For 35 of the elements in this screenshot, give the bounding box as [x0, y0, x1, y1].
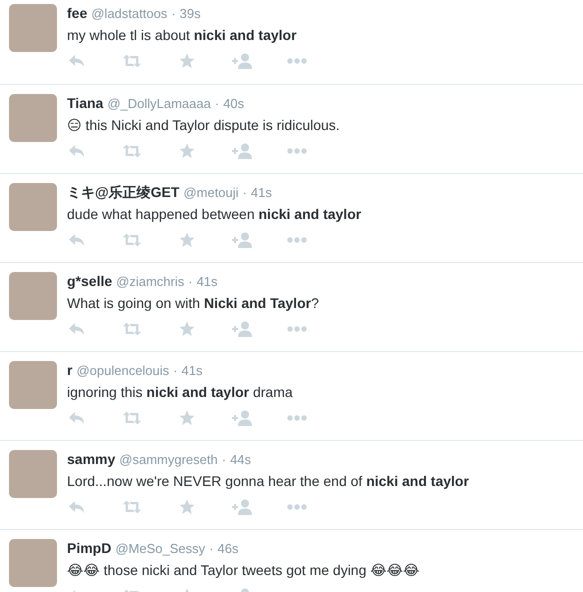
tweet-text: dude what happened between nicki and taylor [67, 205, 362, 223]
separator-dot: · [209, 540, 214, 558]
separator-dot: · [171, 5, 176, 23]
user-handle[interactable]: @ziamchris [116, 273, 184, 291]
tweet-text: 😂😂 those nicki and Taylor tweets got me dying 😂😂😂 [67, 561, 420, 579]
user-name[interactable]: g*selle [67, 272, 112, 290]
tweet-text: Lord...now we're NEVER gonna hear the end of nicki and taylor [67, 472, 469, 490]
user-name[interactable]: sammy [67, 450, 116, 468]
separator-dot: · [242, 184, 247, 202]
separator-dot: · [173, 362, 178, 380]
separator-dot: · [222, 451, 226, 469]
user-handle[interactable]: @opulencelouis [76, 362, 170, 380]
user-handle[interactable]: @_DollyLamaaaa [107, 95, 211, 113]
tweet-time[interactable]: 40s [223, 95, 244, 113]
user-handle[interactable]: @sammygreseth [119, 451, 218, 469]
tweet-text: ignoring this nicki and taylor drama [67, 383, 294, 401]
tweet-time[interactable]: 41s [196, 273, 218, 291]
user-name[interactable]: ミキ@乐正绫GET [67, 183, 180, 201]
tweet-text: my whole tl is about nicki and taylor [67, 26, 298, 44]
separator-dot: · [188, 273, 193, 291]
tweet-time[interactable]: 41s [182, 362, 202, 380]
user-handle[interactable]: @MeSo_Sessy [115, 540, 206, 558]
tweet-text: What is going on with Nicki and Taylor? [67, 294, 319, 312]
tweet-time[interactable]: 44s [230, 451, 252, 469]
separator-dot: · [214, 95, 220, 113]
tweet-time[interactable]: 41s [250, 184, 272, 202]
user-name[interactable]: fee [67, 4, 88, 22]
user-handle[interactable]: @metouji [183, 184, 239, 202]
tweet-text: 😑 this Nicki and Taylor dispute is ridiculous. [67, 116, 340, 134]
tweet-time[interactable]: 46s [217, 540, 238, 558]
user-handle[interactable]: @ladstattoos [91, 5, 168, 23]
user-name[interactable]: Tiana [67, 94, 104, 112]
user-name[interactable]: r [67, 361, 72, 379]
tweet-time[interactable]: 39s [180, 5, 201, 23]
user-name[interactable]: PimpD [67, 539, 112, 557]
